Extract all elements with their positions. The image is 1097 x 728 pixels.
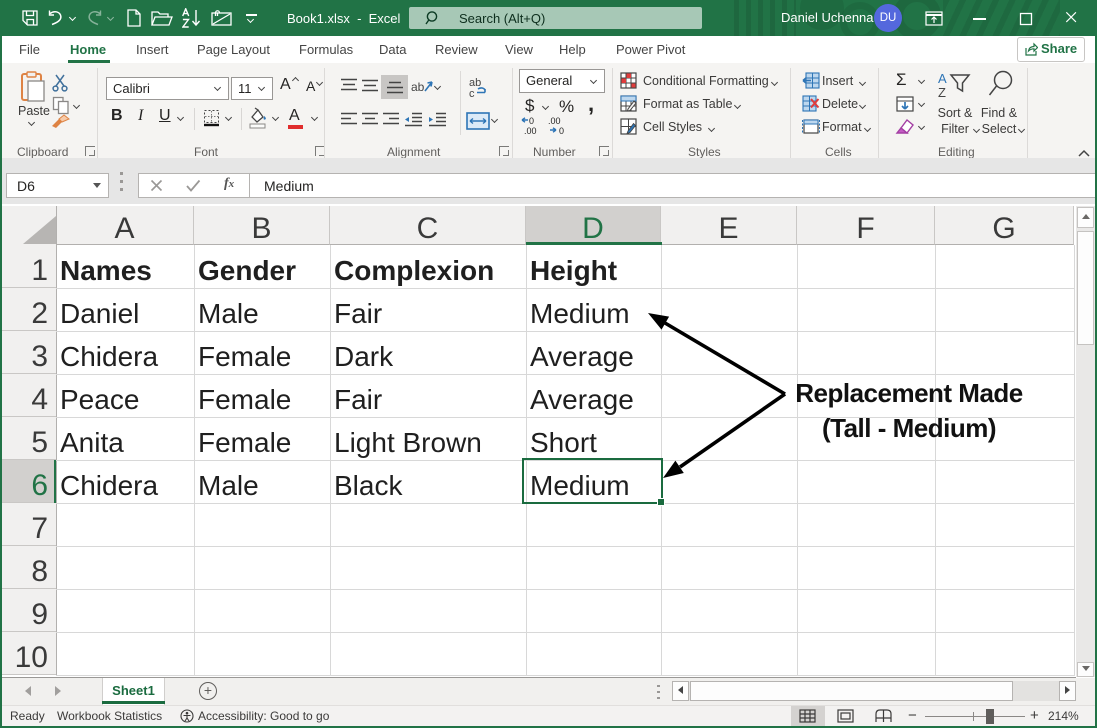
svg-text:0: 0	[529, 116, 534, 126]
svg-text:ab: ab	[411, 80, 425, 94]
svg-text:Z: Z	[938, 85, 946, 99]
svg-text:.00: .00	[548, 116, 561, 126]
svg-text:A: A	[938, 71, 947, 86]
svg-text:0: 0	[559, 126, 564, 136]
svg-text:c: c	[469, 88, 475, 98]
svg-text:.00: .00	[524, 126, 537, 136]
